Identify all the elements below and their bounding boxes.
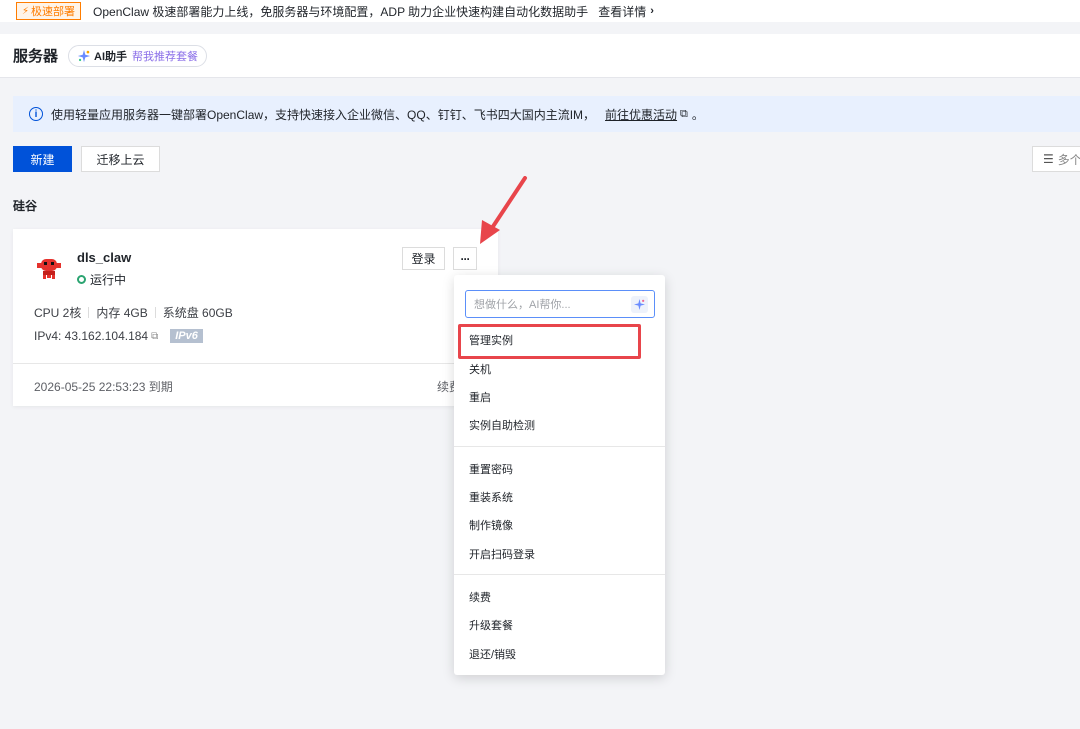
promo-tag-label: 极速部署 [31, 6, 76, 18]
server-ip: IPv4: 43.162.104.184 ⧉ IPv6 [34, 329, 203, 343]
region-label: 硅谷 [13, 199, 38, 213]
spec-cpu: CPU 2核 [34, 306, 82, 320]
migrate-to-cloud-button[interactable]: 迁移上云 [81, 146, 160, 172]
menu-item-qr-login[interactable]: 开启扫码登录 [469, 546, 535, 562]
search-placeholder: 多个 [1057, 152, 1080, 167]
more-actions-button[interactable]: ··· [453, 247, 477, 270]
menu-item-upgrade-plan[interactable]: 升级套餐 [469, 617, 513, 633]
filter-search-icon: ☰ [1043, 152, 1054, 166]
expiry-date: 2026-05-25 22:53:23 到期 [34, 380, 173, 394]
promo-banner: ⚡ 极速部署 OpenClaw 极速部署能力上线，免服务器与环境配置，ADP 助… [0, 0, 1080, 22]
copy-icon[interactable]: ⧉ [151, 331, 158, 342]
ai-assistant-subtitle: 帮我推荐套餐 [132, 50, 199, 63]
menu-divider [454, 574, 665, 575]
ai-assistant-name: AI助手 [94, 50, 128, 63]
openclaw-lobster-icon [37, 259, 61, 279]
promo-details-link[interactable]: 查看详情 › [598, 3, 654, 20]
menu-item-return-destroy[interactable]: 退还/销毁 [469, 646, 516, 662]
ai-assistant-button[interactable]: AI助手 帮我推荐套餐 [68, 44, 208, 67]
menu-item-reinstall-system[interactable]: 重装系统 [469, 489, 513, 505]
spec-disk: 系统盘 60GB [162, 306, 233, 320]
page-header: 服务器 AI助手 帮我推荐套餐 [0, 34, 1080, 78]
notice-text: 使用轻量应用服务器一键部署OpenClaw，支持快速接入企业微信、QQ、钉钉、飞… [51, 107, 596, 122]
menu-item-reset-password[interactable]: 重置密码 [469, 461, 513, 477]
promo-activity-link[interactable]: 前往优惠活动 [605, 106, 677, 123]
ai-sparkle-icon[interactable] [631, 296, 648, 313]
annotation-arrow-icon [480, 176, 527, 244]
menu-item-create-image[interactable]: 制作镜像 [469, 517, 513, 533]
menu-item-self-check[interactable]: 实例自助检测 [469, 417, 535, 433]
new-button[interactable]: 新建 [13, 146, 72, 172]
promo-text: OpenClaw 极速部署能力上线，免服务器与环境配置，ADP 助力企业快速构建… [93, 4, 589, 19]
promo-tag: ⚡ 极速部署 [16, 2, 82, 20]
sparkle-svg [634, 299, 645, 310]
search-input[interactable]: ☰ 多个 [1032, 146, 1080, 172]
status-running-icon [77, 275, 86, 284]
menu-item-shutdown[interactable]: 关机 [469, 361, 491, 377]
server-specs: CPU 2核 内存 4GB 系统盘 60GB [34, 304, 233, 321]
info-notice: i 使用轻量应用服务器一键部署OpenClaw，支持快速接入企业微信、QQ、钉钉… [13, 96, 1080, 132]
chevron-right-icon: › [650, 5, 654, 17]
info-icon: i [29, 107, 43, 121]
spec-memory: 内存 4GB [96, 306, 148, 320]
menu-item-restart[interactable]: 重启 [469, 389, 491, 405]
ai-command-input[interactable]: 想做什么，AI帮你... [465, 290, 655, 318]
ipv6-badge: IPv6 [170, 329, 203, 343]
status-label: 运行中 [90, 273, 127, 287]
spec-divider [88, 307, 90, 318]
menu-divider [454, 446, 665, 447]
annotation-highlight-box [458, 324, 641, 359]
notice-period: 。 [691, 107, 704, 122]
login-button[interactable]: 登录 [402, 247, 445, 270]
ipv4-address: IPv4: 43.162.104.184 [34, 329, 149, 343]
ai-command-placeholder: 想做什么，AI帮你... [474, 299, 571, 311]
server-name[interactable]: dls_claw [77, 250, 131, 265]
server-status: 运行中 [77, 271, 126, 288]
spec-divider [154, 307, 156, 318]
ai-star-icon [77, 49, 91, 62]
bolt-icon: ⚡ [22, 5, 30, 17]
server-card[interactable]: dls_claw 运行中 登录 ··· CPU 2核 内存 4GB 系统盘 60… [13, 229, 498, 406]
external-link-icon: ⧉ [680, 107, 688, 120]
page-title: 服务器 [13, 48, 59, 65]
promo-link-label: 查看详情 [598, 4, 647, 19]
menu-item-renew[interactable]: 续费 [469, 589, 491, 605]
card-divider [13, 363, 498, 364]
